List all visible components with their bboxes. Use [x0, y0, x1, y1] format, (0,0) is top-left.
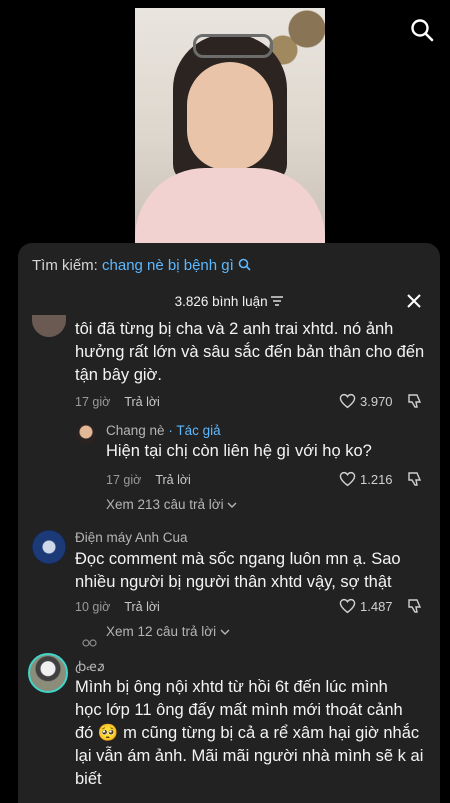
heart-icon[interactable] [339, 471, 356, 487]
comment-text: Đọc comment mà sốc ngang luôn mn ạ. Sao … [75, 550, 401, 591]
avatar[interactable] [32, 315, 66, 337]
comment-author[interactable]: ꞗꬴꬿ [75, 657, 105, 675]
comment-meta: 10 giờ Trả lời [75, 600, 160, 614]
comment-count[interactable]: 3.826 bình luận [18, 294, 440, 309]
chevron-down-icon [220, 629, 230, 635]
reply-author[interactable]: Chang nè · Tác giả [106, 423, 221, 438]
like-group[interactable]: 1.487 [339, 598, 423, 614]
view-replies-button[interactable]: Xem 213 câu trả lời [106, 497, 237, 512]
glasses [193, 34, 273, 58]
comment-text: Mình bị ông nội xhtd từ hồi 6t đến lúc m… [75, 678, 424, 788]
reply-avatars-icon [82, 639, 97, 647]
heart-icon[interactable] [339, 393, 356, 409]
heart-icon[interactable] [339, 598, 356, 614]
search-small-icon [238, 258, 251, 271]
reply-button[interactable]: Trả lời [155, 473, 191, 487]
search-query[interactable]: chang nè bị bệnh gì [102, 257, 234, 274]
reply-meta: 17 giờ Trả lời [106, 473, 191, 487]
dislike-icon[interactable] [407, 471, 423, 487]
avatar[interactable] [28, 653, 68, 693]
video-frame[interactable] [135, 8, 325, 244]
search-icon[interactable] [410, 18, 434, 42]
like-group[interactable]: 1.216 [339, 471, 423, 487]
close-icon[interactable] [406, 293, 422, 309]
dislike-icon[interactable] [407, 598, 423, 614]
reply-time: 17 giờ [106, 473, 142, 487]
person-shirt [135, 168, 325, 244]
author-badge: · Tác giả [168, 423, 221, 438]
reply-button[interactable]: Trả lời [124, 600, 160, 614]
view-replies-button[interactable]: Xem 12 câu trả lời [106, 624, 230, 639]
search-prefix: Tìm kiếm: [32, 257, 98, 274]
reply-button[interactable]: Trả lời [124, 395, 160, 409]
reply-text: Hiện tại chị còn liên hệ gì với họ ko? [106, 442, 372, 460]
filter-icon[interactable] [271, 296, 284, 306]
search-suggestion[interactable]: Tìm kiếm: chang nè bị bệnh gì [32, 257, 251, 274]
person-face [187, 62, 273, 170]
comment-author[interactable]: Điện máy Anh Cua [75, 530, 188, 545]
like-count: 1.487 [360, 598, 393, 614]
avatar[interactable] [76, 424, 96, 444]
like-group[interactable]: 3.970 [339, 393, 423, 409]
comment-meta: 17 giờ Trả lời [75, 395, 160, 409]
comment-time: 10 giờ [75, 600, 111, 614]
dislike-icon[interactable] [407, 393, 423, 409]
chevron-down-icon [227, 502, 237, 508]
comment-time: 17 giờ [75, 395, 111, 409]
like-count: 1.216 [360, 471, 393, 487]
comment-text: tôi đã từng bị cha và 2 anh trai xhtd. n… [75, 320, 425, 384]
avatar[interactable] [32, 530, 66, 564]
like-count: 3.970 [360, 393, 393, 409]
comments-panel: Tìm kiếm: chang nè bị bệnh gì 3.826 bình… [18, 243, 440, 803]
